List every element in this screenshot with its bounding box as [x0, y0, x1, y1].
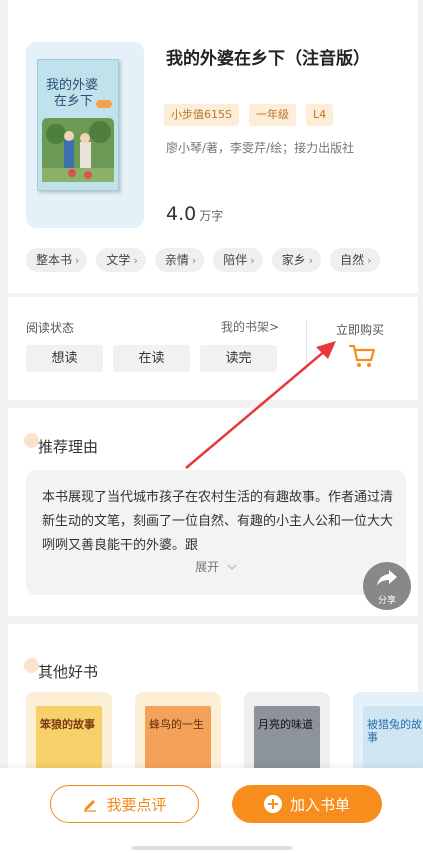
add-to-list-label: 加入书单 — [289, 795, 350, 814]
recommend-card: 推荐理由 本书展现了当代城市孩子在农村生活的有趣故事。作者通过清新生动的文笔，刻… — [8, 408, 418, 616]
cover-tag-shape — [96, 100, 112, 108]
cover-illustration — [42, 118, 114, 182]
divider — [306, 321, 307, 371]
reading-status-buttons: 想读 在读 读完 — [26, 345, 277, 372]
book-badges: 小步值615S 一年级 L4 — [164, 104, 334, 126]
word-count-value: 4.0 — [166, 203, 197, 225]
chevron-right-icon: › — [133, 254, 138, 267]
bottom-action-bar: 我要点评 + 加入书单 — [0, 768, 423, 853]
cover-title-line1: 我的外婆 — [46, 78, 99, 93]
reading-status-card: 阅读状态 我的书架> 想读 在读 读完 立即购买 — [8, 297, 418, 400]
recommend-heading: 推荐理由 — [24, 433, 99, 457]
other-book-title: 笨狼的故事 — [40, 718, 95, 731]
finished-button[interactable]: 读完 — [200, 345, 277, 372]
other-books-heading-text: 其他好书 — [38, 663, 99, 681]
tag-label: 文学 — [106, 253, 131, 267]
recommend-heading-text: 推荐理由 — [38, 438, 99, 456]
share-button[interactable]: 分享 — [363, 562, 411, 610]
badge-reading-level: L4 — [305, 104, 334, 126]
want-to-read-button[interactable]: 想读 — [26, 345, 103, 372]
book-cover[interactable]: 我的外婆 在乡下 — [26, 42, 144, 228]
other-book-title: 月亮的味道 — [258, 718, 313, 731]
home-indicator — [132, 846, 292, 850]
tag-label: 陪伴 — [223, 253, 248, 267]
my-bookshelf-link[interactable]: 我的书架> — [221, 318, 279, 335]
plus-icon: + — [263, 795, 282, 813]
recommend-text: 本书展现了当代城市孩子在农村生活的有趣故事。作者通过清新生动的文笔，刻画了一位自… — [42, 490, 394, 553]
chevron-right-icon: › — [308, 254, 314, 267]
badge-level-value: 小步值615S — [164, 104, 239, 126]
chevron-right-icon: › — [250, 254, 255, 267]
write-review-label: 我要点评 — [106, 795, 167, 814]
book-tags: 整本书 › 文学 › 亲情 › 陪伴 › 家乡 › 自然 › — [26, 248, 380, 272]
reading-button[interactable]: 在读 — [113, 345, 190, 372]
cart-icon[interactable] — [348, 343, 376, 373]
book-authors: 廖小琴/著，李雯芹/绘；接力出版社 — [166, 141, 355, 155]
tag-label: 亲情 — [164, 253, 189, 267]
buy-now-label[interactable]: 立即购买 — [336, 321, 384, 338]
tag-companionship[interactable]: 陪伴 › — [213, 248, 263, 272]
tag-family[interactable]: 亲情 › — [154, 248, 205, 272]
word-count-unit: 万字 — [199, 209, 224, 223]
tag-nature[interactable]: 自然 › — [330, 248, 380, 272]
share-label: 分享 — [377, 596, 396, 606]
other-book-title: 被猎兔的故事 — [367, 718, 422, 744]
tag-literature[interactable]: 文学 › — [96, 248, 146, 272]
book-cover-image: 我的外婆 在乡下 — [37, 59, 119, 191]
book-info-card: 我的外婆 在乡下 我的外婆在乡下（注音版） 小步值615S 一年级 L4 廖小琴… — [8, 0, 418, 293]
share-icon — [377, 570, 397, 586]
pencil-icon — [84, 800, 97, 812]
chevron-right-icon: › — [75, 254, 80, 267]
other-books-heading: 其他好书 — [24, 658, 99, 682]
tag-whole-book[interactable]: 整本书 › — [26, 248, 88, 272]
chevron-down-icon — [227, 560, 237, 574]
chevron-right-icon: › — [191, 254, 197, 267]
tag-label: 家乡 — [281, 253, 306, 267]
badge-grade: 一年级 — [248, 104, 296, 126]
expand-button[interactable]: 展开 — [26, 558, 406, 575]
other-book-title: 蜂鸟的一生 — [149, 718, 204, 731]
book-title: 我的外婆在乡下（注音版） — [166, 49, 370, 69]
chevron-right-icon: › — [367, 254, 372, 267]
word-count: 4.0 万字 — [166, 203, 223, 225]
tag-hometown[interactable]: 家乡 › — [271, 248, 322, 272]
reading-status-label: 阅读状态 — [26, 321, 75, 335]
tag-label: 自然 — [340, 253, 365, 267]
recommend-box: 本书展现了当代城市孩子在农村生活的有趣故事。作者通过清新生动的文笔，刻画了一位自… — [26, 470, 406, 595]
expand-label: 展开 — [195, 560, 220, 574]
add-to-list-button[interactable]: + 加入书单 — [232, 785, 382, 823]
write-review-button[interactable]: 我要点评 — [50, 785, 199, 823]
tag-label: 整本书 — [36, 253, 73, 267]
